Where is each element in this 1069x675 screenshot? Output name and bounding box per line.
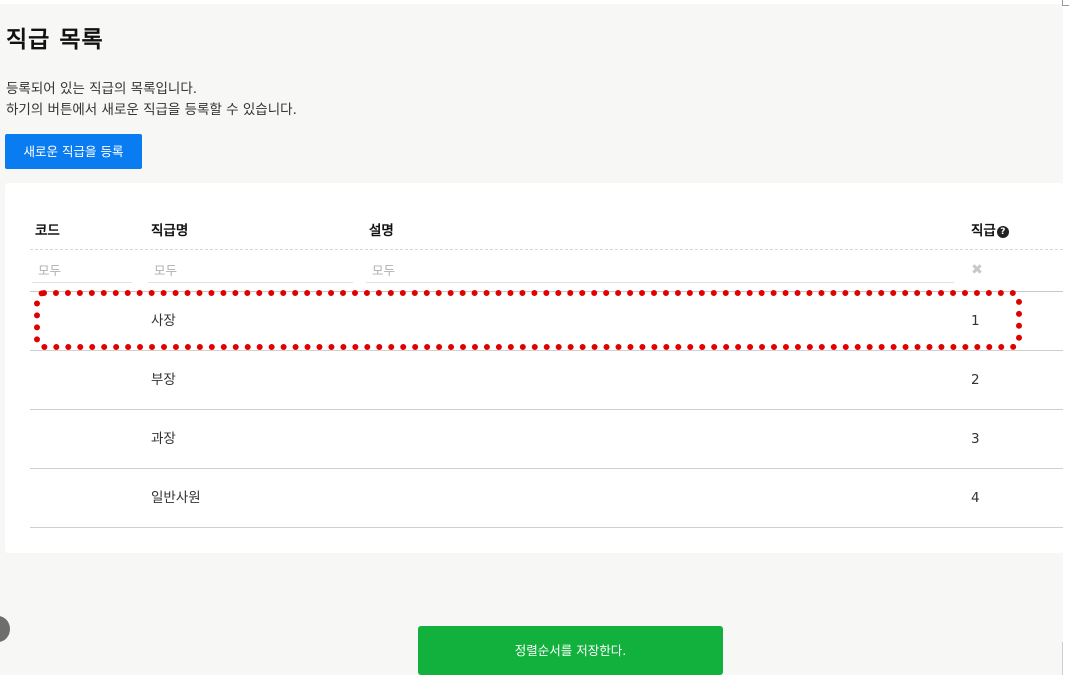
clear-filter-icon[interactable]: ✖ <box>970 263 984 277</box>
table-row[interactable]: 일반사원 4 <box>30 469 1063 528</box>
question-circle-icon[interactable]: ? <box>996 226 1009 238</box>
register-new-position-button[interactable]: 새로운 직급을 등록 <box>5 134 142 169</box>
page-description: 등록되어 있는 직급의 목록입니다. 하기의 버튼에서 새로운 직급을 등록할 … <box>6 79 297 121</box>
header-divider <box>30 249 1063 250</box>
row-level: 3 <box>971 431 980 447</box>
table-row[interactable]: 과장 3 <box>30 410 1063 469</box>
column-header-description[interactable]: 설명 <box>369 219 394 239</box>
description-filter-input[interactable] <box>366 259 954 283</box>
window-corner-marker <box>1062 0 1069 6</box>
code-filter-input[interactable] <box>32 259 132 283</box>
row-name: 부장 <box>151 372 176 388</box>
row-level: 2 <box>971 372 980 388</box>
description-line-2: 하기의 버튼에서 새로운 직급을 등록할 수 있습니다. <box>6 102 297 118</box>
column-header-code[interactable]: 코드 <box>35 219 60 239</box>
table-row[interactable]: 사장 1 <box>30 292 1063 351</box>
row-name: 사장 <box>151 313 176 329</box>
save-sort-order-button[interactable]: 정렬순서를 저장한다. <box>418 626 723 675</box>
column-header-name[interactable]: 직급명 <box>151 219 188 239</box>
row-level: 4 <box>971 490 980 506</box>
row-name: 일반사원 <box>151 490 201 506</box>
name-filter-input[interactable] <box>148 259 353 283</box>
page-title: 직급 목록 <box>6 27 104 53</box>
column-header-level-label: 직급 <box>971 223 996 239</box>
table-row[interactable]: 부장 2 <box>30 351 1063 410</box>
row-name: 과장 <box>151 431 176 447</box>
window-edge-line <box>1062 642 1063 675</box>
row-level: 1 <box>971 313 980 329</box>
page-background: 직급 목록 등록되어 있는 직급의 목록입니다. 하기의 버튼에서 새로운 직급… <box>0 4 1063 675</box>
column-header-level[interactable]: 직급? <box>971 219 1009 239</box>
description-line-1: 등록되어 있는 직급의 목록입니다. <box>6 81 198 97</box>
positions-table-card: 코드 직급명 설명 직급? ✖ 사장 1 부장 2 <box>5 183 1063 553</box>
